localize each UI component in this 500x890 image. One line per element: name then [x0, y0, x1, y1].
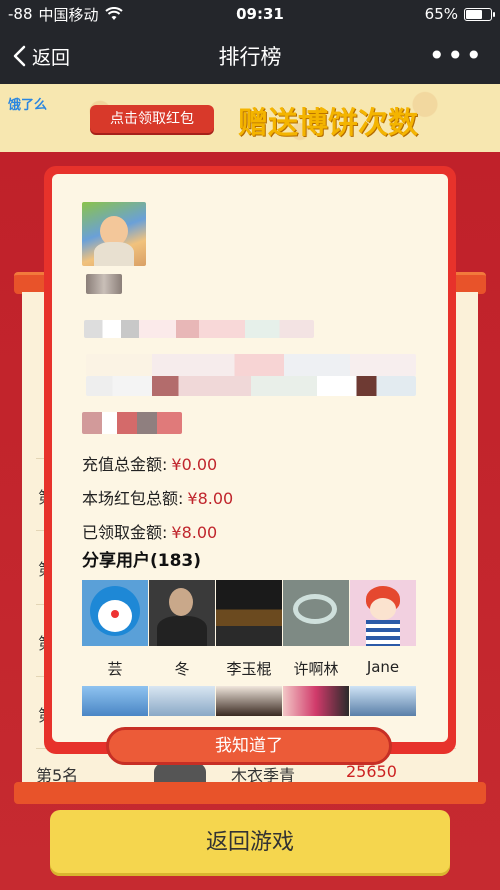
amount-label: 本场红包总额:	[82, 489, 184, 508]
battery-icon	[464, 7, 495, 21]
blurred-text	[84, 320, 314, 338]
amount-label: 充值总金额:	[82, 455, 168, 474]
status-bar: -88 中国移动 09:31 65%	[0, 0, 500, 28]
avatar[interactable]	[82, 580, 148, 646]
chevron-left-icon	[13, 45, 26, 67]
amount-value: ¥8.00	[187, 489, 234, 508]
avatar[interactable]	[283, 686, 349, 716]
avatar[interactable]	[216, 580, 282, 646]
scroll-bottom-decoration	[14, 782, 486, 804]
share-user-name: 李玉棍	[226, 660, 272, 678]
return-to-game-button[interactable]: 返回游戏	[50, 810, 450, 876]
blurred-name	[86, 274, 122, 294]
avatar[interactable]	[283, 580, 349, 646]
redpacket-total-row: 本场红包总额: ¥8.00	[82, 485, 233, 509]
battery-fill	[466, 9, 482, 19]
claimed-amount-row: 已领取金额: ¥8.00	[82, 519, 217, 543]
status-right: 65%	[382, 5, 495, 23]
promo-banner[interactable]: 饿了么 点击领取红包 赠送博饼次数	[0, 84, 500, 152]
back-label: 返回	[32, 46, 71, 69]
blurred-text	[86, 354, 416, 376]
share-user-name: 冬	[174, 660, 190, 678]
modal-card: 充值总金额: ¥0.00 本场红包总额: ¥8.00 已领取金额: ¥8.00 分享用…	[52, 174, 448, 742]
banner-slogan: 赠送博饼次数	[238, 106, 418, 141]
avatar[interactable]	[350, 580, 416, 646]
avatar[interactable]	[350, 686, 416, 716]
carrier-name: 中国移动	[38, 5, 99, 24]
wifi-icon	[104, 7, 123, 20]
amount-label: 已领取金额:	[82, 523, 168, 542]
avatar[interactable]	[216, 686, 282, 716]
redpacket-modal: 充值总金额: ¥0.00 本场红包总额: ¥8.00 已领取金额: ¥8.00 分享用…	[44, 166, 456, 754]
recharge-total-row: 充值总金额: ¥0.00	[82, 451, 217, 475]
page-title: 排行榜	[218, 45, 282, 69]
amount-value: ¥0.00	[171, 455, 218, 474]
more-menu-button[interactable]: •••	[380, 42, 500, 70]
status-time: 09:31	[236, 5, 284, 23]
avatar[interactable]	[149, 580, 215, 646]
eleme-logo: 饿了么	[8, 98, 48, 113]
share-users-title: 分享用户(183)	[82, 551, 202, 571]
status-left: -88 中国移动	[8, 4, 198, 25]
amount-value: ¥8.00	[171, 523, 218, 542]
avatar-body	[94, 242, 134, 266]
share-user-name: 芸	[107, 660, 123, 678]
claim-redpacket-button[interactable]: 点击领取红包	[90, 105, 214, 133]
avatar[interactable]	[82, 686, 148, 716]
signal-strength: -88	[8, 5, 33, 23]
back-button[interactable]: 返回	[0, 43, 120, 70]
battery-percent: 65%	[424, 5, 458, 23]
got-it-button[interactable]: 我知道了	[106, 727, 392, 765]
avatar	[82, 202, 146, 266]
share-user-name: 许啊林	[293, 660, 339, 678]
blurred-text	[82, 412, 182, 434]
blurred-text	[86, 376, 416, 396]
nav-bar: 返回 排行榜 •••	[0, 28, 500, 84]
avatar[interactable]	[149, 686, 215, 716]
share-user-name: Jane	[366, 658, 400, 676]
